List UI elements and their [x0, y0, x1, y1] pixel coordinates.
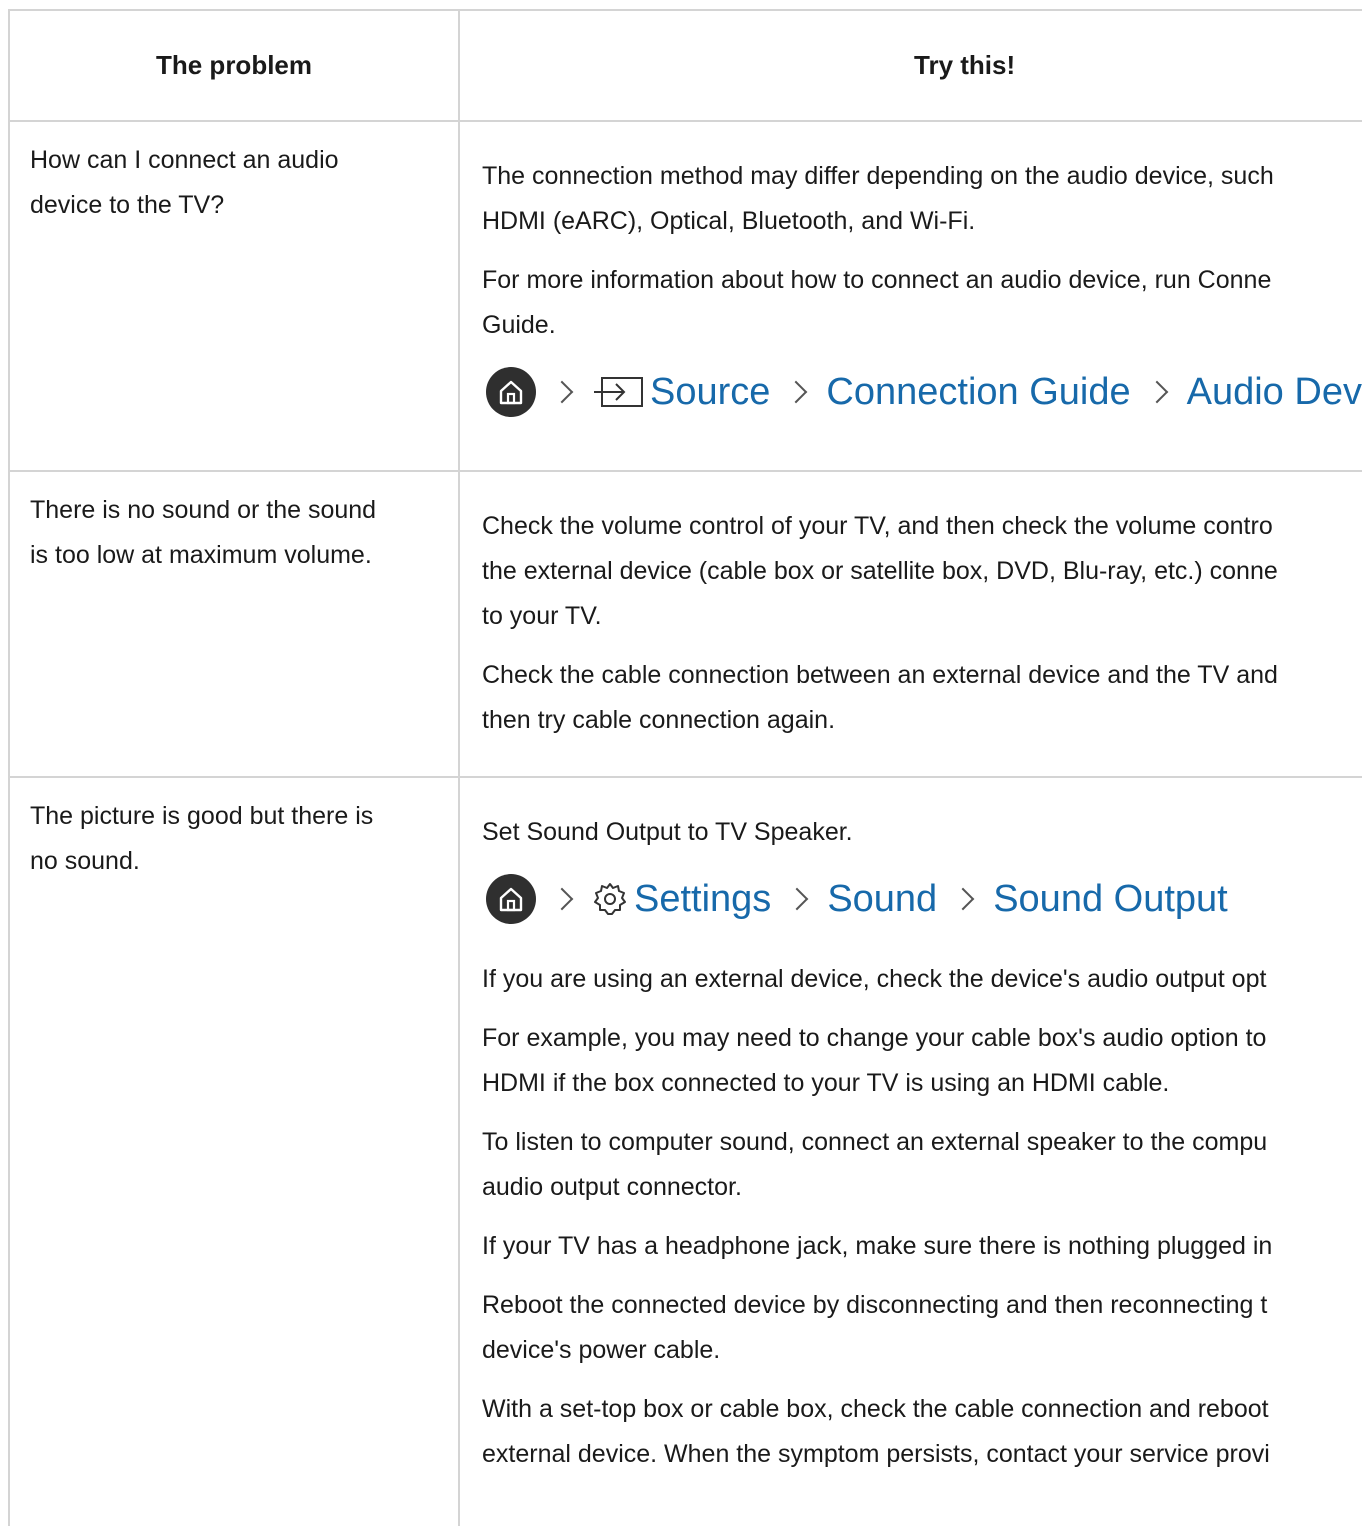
problem-line: The picture is good but there is: [30, 802, 374, 830]
path-item-audio-device[interactable]: Audio Devic: [1187, 371, 1362, 414]
chevron-right-icon: [550, 887, 574, 911]
solution-line: The connection method may differ dependi…: [482, 162, 1274, 190]
problem-line: How can I connect an audio: [30, 146, 339, 174]
chevron-right-icon: [951, 887, 975, 911]
table-header-row: The problem Try this!: [10, 11, 1362, 122]
solution-line: If you are using an external device, che…: [482, 965, 1267, 993]
home-icon: [486, 874, 536, 924]
menu-path: Source Connection Guide Audio Devic: [486, 362, 1362, 422]
solution-line: the external device (cable box or satell…: [482, 557, 1278, 585]
header-try-label: Try this!: [914, 50, 1016, 80]
problem-text: There is no sound or the sound is too lo…: [30, 488, 438, 578]
solution-line: audio output connector.: [482, 1173, 742, 1201]
troubleshooting-table: The problem Try this! How can I connect …: [8, 9, 1362, 1526]
solution-line: then try cable connection again.: [482, 706, 836, 734]
source-icon: [592, 375, 644, 409]
table-row: There is no sound or the sound is too lo…: [10, 472, 1362, 778]
chevron-right-icon: [1145, 380, 1168, 404]
path-item-sound[interactable]: Sound: [827, 878, 937, 921]
solution-paragraph: To listen to computer sound, connect an …: [482, 1120, 1362, 1210]
problem-text: How can I connect an audio device to the…: [30, 138, 438, 228]
gear-icon: [592, 881, 628, 917]
solution-line: Guide.: [482, 311, 556, 339]
solution-line: HDMI if the box connected to your TV is …: [482, 1069, 1170, 1097]
problem-line: There is no sound or the sound: [30, 496, 377, 524]
solution-cell: Check the volume control of your TV, and…: [460, 472, 1362, 776]
solution-line: For example, you may need to change your…: [482, 1024, 1267, 1052]
solution-paragraph: With a set-top box or cable box, check t…: [482, 1387, 1362, 1477]
table-row: How can I connect an audio device to the…: [10, 122, 1362, 472]
solution-paragraph: Check the volume control of your TV, and…: [482, 504, 1362, 639]
menu-path: Settings Sound Sound Output: [486, 869, 1362, 929]
solution-paragraph: For more information about how to connec…: [482, 258, 1362, 348]
solution-line: If your TV has a headphone jack, make su…: [482, 1232, 1273, 1260]
chevron-right-icon: [785, 380, 808, 404]
solution-paragraph: The connection method may differ dependi…: [482, 154, 1362, 244]
path-item-source[interactable]: Source: [650, 371, 770, 414]
solution-cell: Set Sound Output to TV Speaker. Settings…: [460, 778, 1362, 1526]
solution-paragraph: Check the cable connection between an ex…: [482, 653, 1362, 743]
problem-cell: The picture is good but there is no soun…: [10, 778, 460, 1526]
solution-cell: The connection method may differ dependi…: [460, 122, 1362, 470]
problem-text: The picture is good but there is no soun…: [30, 794, 438, 884]
problem-line: device to the TV?: [30, 191, 225, 219]
solution-paragraph: If your TV has a headphone jack, make su…: [482, 1224, 1362, 1269]
solution-line: Reboot the connected device by disconnec…: [482, 1291, 1268, 1319]
solution-paragraph: For example, you may need to change your…: [482, 1016, 1362, 1106]
header-problem-label: The problem: [155, 50, 312, 80]
solution-line: For more information about how to connec…: [482, 266, 1272, 294]
solution-line: Check the volume control of your TV, and…: [482, 512, 1273, 540]
solution-line: external device. When the symptom persis…: [482, 1440, 1270, 1468]
chevron-right-icon: [785, 887, 809, 911]
chevron-right-icon: [550, 380, 574, 404]
path-item-connection-guide[interactable]: Connection Guide: [826, 371, 1130, 414]
solution-paragraph: Set Sound Output to TV Speaker.: [482, 810, 1362, 855]
solution-line: to your TV.: [482, 602, 602, 630]
solution-line: With a set-top box or cable box, check t…: [482, 1395, 1269, 1423]
table-row: The picture is good but there is no soun…: [10, 778, 1362, 1526]
path-item-sound-output[interactable]: Sound Output: [993, 878, 1228, 921]
problem-cell: How can I connect an audio device to the…: [10, 122, 460, 470]
problem-cell: There is no sound or the sound is too lo…: [10, 472, 460, 776]
home-icon: [486, 367, 536, 417]
solution-line: To listen to computer sound, connect an …: [482, 1128, 1268, 1156]
solution-paragraph: If you are using an external device, che…: [482, 957, 1362, 1002]
header-problem: The problem: [10, 11, 460, 120]
problem-line: no sound.: [30, 847, 140, 875]
path-item-settings[interactable]: Settings: [634, 878, 771, 921]
problem-line: is too low at maximum volume.: [30, 541, 372, 569]
solution-line: device's power cable.: [482, 1336, 721, 1364]
header-try: Try this!: [460, 11, 1362, 120]
solution-paragraph: Reboot the connected device by disconnec…: [482, 1283, 1362, 1373]
solution-line: HDMI (eARC), Optical, Bluetooth, and Wi-…: [482, 207, 976, 235]
solution-line: Check the cable connection between an ex…: [482, 661, 1278, 689]
solution-line: Set Sound Output to TV Speaker.: [482, 818, 853, 846]
